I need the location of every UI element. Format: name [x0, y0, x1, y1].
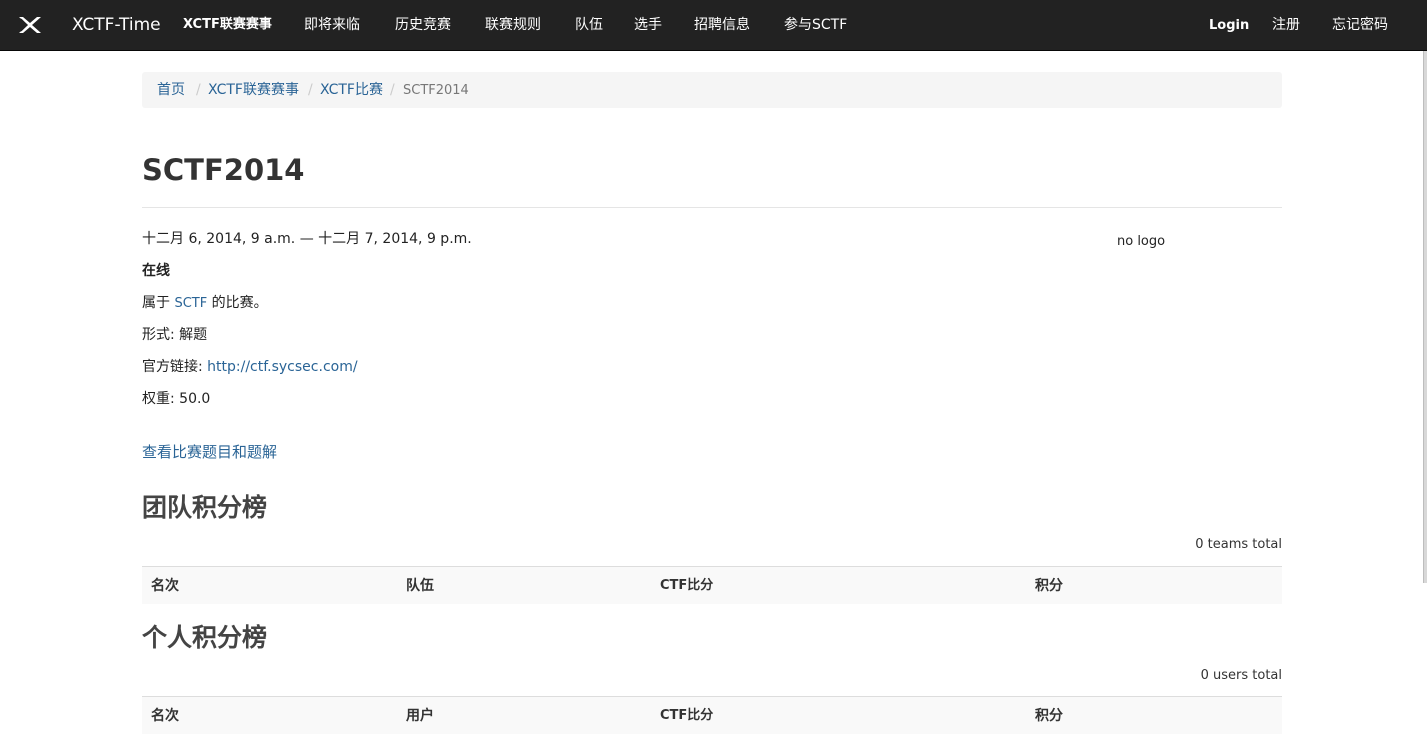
user-col-ctf-score[interactable]: CTF比分 — [660, 707, 713, 725]
nav-join-sctf[interactable]: 参与SCTF — [784, 15, 847, 35]
team-scoreboard-title: 团队积分榜 — [142, 493, 268, 522]
nav-forgot-password[interactable]: 忘记密码 — [1332, 15, 1388, 35]
breadcrumb-xctf-league[interactable]: XCTF联赛赛事 — [208, 81, 299, 99]
team-col-points[interactable]: 积分 — [1035, 577, 1063, 595]
weight-label: 权重: — [142, 391, 175, 407]
xctf-logo-icon[interactable] — [18, 16, 42, 34]
user-total-count: 0 users total — [1200, 668, 1282, 683]
event-format: 形式: 解题 — [142, 326, 207, 344]
breadcrumb-home[interactable]: 首页 — [157, 81, 185, 99]
user-col-rank[interactable]: 名次 — [151, 707, 179, 725]
user-table-header: 名次 用户 CTF比分 积分 — [142, 696, 1282, 734]
event-belongs: 属于 SCTF 的比赛。 — [142, 294, 268, 313]
nav-rules[interactable]: 联赛规则 — [485, 15, 541, 35]
team-col-ctf-score[interactable]: CTF比分 — [660, 577, 713, 595]
nav-register[interactable]: 注册 — [1272, 15, 1300, 35]
page-scrollbar[interactable] — [1423, 51, 1427, 583]
team-total-count: 0 teams total — [1195, 537, 1282, 552]
nav-teams[interactable]: 队伍 — [575, 15, 603, 35]
belongs-series-link[interactable]: SCTF — [174, 296, 207, 311]
nav-login[interactable]: Login — [1209, 16, 1249, 36]
event-date: 十二月 6, 2014, 9 a.m. — 十二月 7, 2014, 9 p.m… — [142, 231, 472, 247]
event-logo-placeholder: no logo — [1117, 234, 1166, 249]
team-col-team[interactable]: 队伍 — [406, 577, 434, 595]
breadcrumb-separator: / — [390, 82, 395, 98]
page-title: SCTF2014 — [142, 153, 305, 187]
breadcrumb-xctf-events[interactable]: XCTF比赛 — [320, 81, 383, 99]
format-value: 解题 — [179, 327, 208, 343]
nav-upcoming[interactable]: 即将来临 — [304, 15, 360, 35]
event-official-link: 官方链接: http://ctf.sycsec.com/ — [142, 358, 358, 376]
user-scoreboard-title: 个人积分榜 — [142, 623, 268, 652]
breadcrumb: 首页 / XCTF联赛赛事 / XCTF比赛 / SCTF2014 — [142, 72, 1282, 108]
belongs-prefix: 属于 — [142, 295, 170, 311]
user-col-user[interactable]: 用户 — [406, 707, 434, 725]
nav-xctf-league[interactable]: XCTF联赛赛事 — [183, 15, 272, 35]
official-url-link[interactable]: http://ctf.sycsec.com/ — [207, 359, 357, 375]
breadcrumb-current: SCTF2014 — [403, 83, 469, 98]
breadcrumb-separator: / — [308, 82, 313, 98]
nav-history[interactable]: 历史竞赛 — [395, 15, 451, 35]
format-label: 形式: — [142, 327, 175, 343]
belongs-suffix: 的比赛。 — [211, 295, 268, 311]
nav-players[interactable]: 选手 — [634, 15, 662, 35]
top-navbar: XCTF-Time XCTF联赛赛事 即将来临 历史竞赛 联赛规则 队伍 选手 … — [0, 0, 1427, 51]
official-label: 官方链接: — [142, 359, 203, 375]
breadcrumb-separator: / — [196, 82, 201, 98]
title-divider — [142, 207, 1282, 208]
team-col-rank[interactable]: 名次 — [151, 577, 179, 595]
brand-name[interactable]: XCTF-Time — [72, 15, 161, 35]
user-col-points[interactable]: 积分 — [1035, 707, 1063, 725]
team-table-header: 名次 队伍 CTF比分 积分 — [142, 566, 1282, 604]
event-mode: 在线 — [142, 263, 170, 279]
weight-value: 50.0 — [179, 391, 211, 407]
view-solutions-link[interactable]: 查看比赛题目和题解 — [142, 442, 277, 462]
nav-jobs[interactable]: 招聘信息 — [694, 15, 750, 35]
event-weight: 权重: 50.0 — [142, 390, 210, 408]
